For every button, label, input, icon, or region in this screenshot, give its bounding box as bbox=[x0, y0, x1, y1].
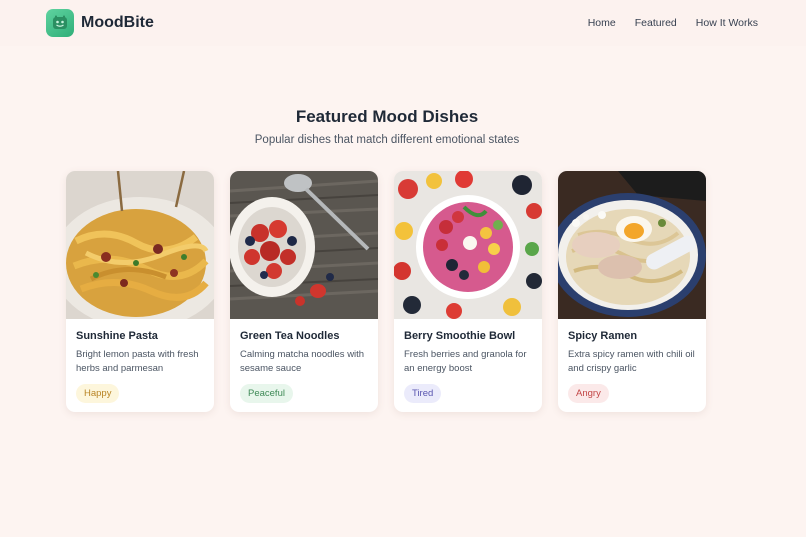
dish-card-sunshine-pasta[interactable]: Sunshine Pasta Bright lemon pasta with f… bbox=[66, 171, 214, 412]
app-name[interactable]: MoodBite bbox=[81, 14, 154, 32]
berries-bowl-photo bbox=[230, 171, 378, 319]
dish-title: Berry Smoothie Bowl bbox=[404, 330, 516, 342]
dish-card-green-tea-noodles[interactable]: Green Tea Noodles Calming matcha noodles… bbox=[230, 171, 378, 412]
pasta-photo bbox=[66, 171, 214, 319]
section-subtitle: Popular dishes that match different emot… bbox=[254, 134, 520, 146]
section-title: Featured Mood Dishes bbox=[295, 107, 479, 126]
dish-description: Calming matcha noodles with sesame sauce bbox=[240, 349, 365, 374]
nav-links: Home Featured How It Works bbox=[588, 17, 758, 29]
dish-card-berry-smoothie-bowl[interactable]: Berry Smoothie Bowl Fresh berries and gr… bbox=[394, 171, 542, 412]
ramen-photo bbox=[558, 171, 706, 319]
smoothie-bowl-photo bbox=[394, 171, 542, 319]
nav-link-how-it-works[interactable]: How It Works bbox=[696, 17, 758, 29]
mood-badge: Happy bbox=[76, 384, 120, 403]
dish-title: Green Tea Noodles bbox=[240, 330, 340, 342]
dish-cards: Sunshine Pasta Bright lemon pasta with f… bbox=[66, 171, 706, 412]
logo[interactable] bbox=[46, 9, 74, 37]
dish-card-spicy-ramen[interactable]: Spicy Ramen Extra spicy ramen with chili… bbox=[558, 171, 706, 412]
nav-link-featured[interactable]: Featured bbox=[635, 17, 677, 29]
dish-title: Sunshine Pasta bbox=[76, 330, 158, 342]
mood-badge: Angry bbox=[568, 384, 609, 403]
mood-badge: Tired bbox=[404, 384, 442, 403]
nav-link-home[interactable]: Home bbox=[588, 17, 616, 29]
dish-description: Bright lemon pasta with fresh herbs and … bbox=[76, 349, 199, 374]
navbar: MoodBite Home Featured How It Works bbox=[0, 0, 806, 46]
dish-description: Extra spicy ramen with chili oil and cri… bbox=[568, 349, 695, 374]
smiling-face-icon bbox=[53, 15, 67, 29]
dish-title: Spicy Ramen bbox=[568, 330, 638, 342]
dish-description: Fresh berries and granola for an energy … bbox=[404, 349, 527, 374]
mood-badge: Peaceful bbox=[240, 384, 293, 403]
